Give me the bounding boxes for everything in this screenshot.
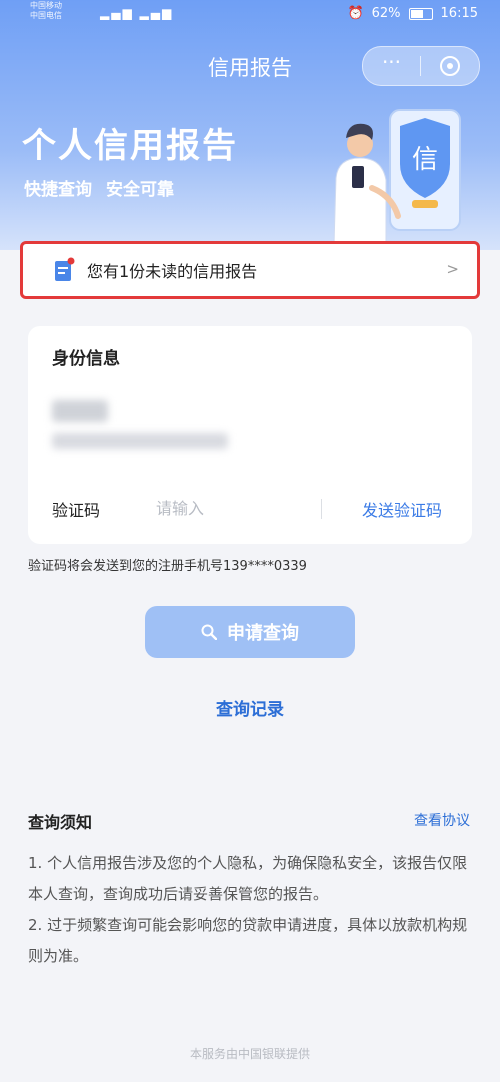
hero-banner: 中国移动 中国电信 ▂▄▆ ▂▄▆ ⏰ 62% 16:15 信用报告 ··· 个… [0,0,500,250]
mini-program-capsule: ··· [362,46,480,86]
target-icon [439,56,460,76]
hero-title: 个人信用报告 [22,126,238,166]
unread-report-banner[interactable]: 您有1份未读的信用报告 > [20,241,480,299]
input-divider [321,499,322,519]
tagline-1: 快捷查询 [24,180,92,200]
close-button[interactable] [421,56,478,76]
document-icon [55,257,75,281]
battery-level: 62% [371,6,401,21]
hero-tagline: 快捷查询 安全可靠 [24,175,174,200]
apply-query-label: 申请查询 [227,623,299,644]
identity-card-title: 身份信息 [52,349,120,369]
alarm-icon: ⏰ [347,6,364,21]
verification-code-label: 验证码 [52,501,101,520]
carrier-2: 中国电信 [30,11,62,20]
notice-body: 1. 个人信用报告涉及您的个人隐私，为确保隐私安全，该报告仅限本人查询，查询成功… [28,848,472,972]
status-bar: 中国移动 中国电信 ▂▄▆ ▂▄▆ ⏰ 62% 16:15 [0,0,500,30]
verification-code-input[interactable] [154,494,308,522]
carrier-1: 中国移动 [30,1,62,10]
apply-query-button[interactable]: 申请查询 [145,606,355,658]
masked-name [52,400,108,422]
identity-info-card: 身份信息 验证码 发送验证码 [28,326,472,544]
notice-line-2: 2. 过于频繁查询可能会影响您的贷款申请进度，具体以放款机构规则为准。 [28,916,468,965]
more-menu-button[interactable]: ··· [363,52,420,72]
query-history-link[interactable]: 查询记录 [0,695,500,720]
footer-provider-text: 本服务由中国银联提供 [189,1047,310,1061]
carrier-labels: 中国移动 中国电信 [30,1,62,21]
notice-line-1: 1. 个人信用报告涉及您的个人隐私，为确保隐私安全，该报告仅限本人查询，查询成功… [28,854,468,903]
code-hint-text: 验证码将会发送到您的注册手机号139****0339 [28,559,307,574]
masked-id-number [52,433,228,449]
unread-report-text: 您有1份未读的信用报告 [87,262,258,281]
view-agreement-link[interactable]: 查看协议 [414,810,470,830]
chevron-right-icon: > [446,260,459,278]
battery-icon [408,7,433,20]
signal-icon: ▂▄▆ ▂▄▆ [100,6,174,20]
status-right: ⏰ 62% 16:15 [347,6,478,21]
tagline-2: 安全可靠 [106,180,174,200]
person-with-phone-illustration: 信 [333,109,461,244]
clock: 16:15 [440,6,478,21]
credit-badge-char: 信 [412,145,438,175]
notice-title: 查询须知 [28,813,93,832]
send-code-button[interactable]: 发送验证码 [362,497,442,521]
search-icon [201,624,217,640]
